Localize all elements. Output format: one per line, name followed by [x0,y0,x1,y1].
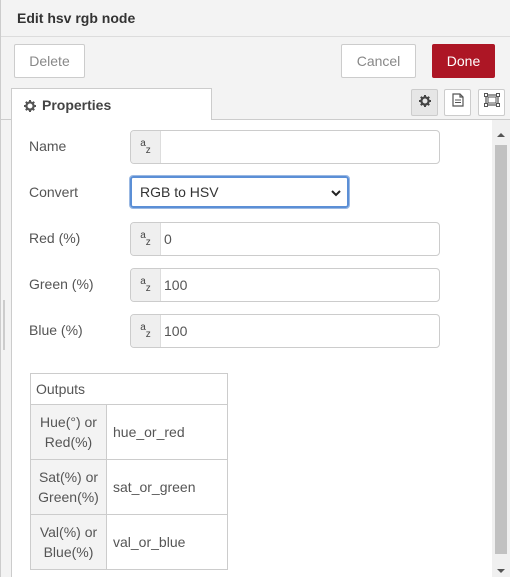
appearance-icon [483,93,500,112]
output-label: Sat(%) or Green(%) [30,459,107,515]
output-row: Hue(°) or Red(%) hue_or_red [30,404,228,460]
tab-properties[interactable]: Properties [11,88,212,120]
convert-label: Convert [29,184,79,200]
tray-header: Edit hsv rgb node [1,0,510,37]
output-value[interactable]: val_or_blue [106,514,228,570]
output-label-line2: Blue(%) [43,544,94,560]
red-value: 0 [164,231,172,247]
tray-title: Edit hsv rgb node [17,10,136,26]
properties-panel: Name az Convert RGB to HSV Red (%) az 0 … [11,120,492,577]
green-label: Green (%) [29,276,94,292]
convert-select[interactable]: RGB to HSV [129,175,350,209]
convert-selected-value: RGB to HSV [140,184,219,200]
output-label-line2: Green(%) [38,489,99,505]
name-field[interactable]: az [130,130,440,164]
output-label: Val(%) or Blue(%) [30,514,107,570]
description-button[interactable] [444,89,471,116]
output-label-line2: Red(%) [44,434,93,450]
description-icon [451,93,464,112]
blue-value: 100 [164,323,188,339]
resize-handle[interactable] [3,300,5,350]
tab-properties-label: Properties [42,96,112,113]
gear-icon [418,94,431,112]
delete-button[interactable]: Delete [14,44,85,78]
output-label-line1: Hue(°) or [40,414,97,430]
scroll-up-arrow-icon[interactable] [496,126,506,137]
string-type-icon[interactable]: az [131,223,161,255]
blue-label: Blue (%) [29,322,83,338]
done-button[interactable]: Done [432,44,495,78]
green-field[interactable]: az 100 [130,268,440,302]
output-row: Sat(%) or Green(%) sat_or_green [30,459,228,515]
string-type-icon[interactable]: az [131,131,161,163]
gear-icon [24,99,36,112]
red-field[interactable]: az 0 [130,222,440,256]
red-label: Red (%) [29,230,81,246]
name-label: Name [29,138,67,154]
outputs-header: Outputs [30,373,228,405]
string-type-icon[interactable]: az [131,269,161,301]
vertical-scrollbar[interactable] [492,120,510,577]
output-value[interactable]: hue_or_red [106,404,228,460]
output-value[interactable]: sat_or_green [106,459,228,515]
string-type-icon[interactable]: az [131,315,161,347]
output-row: Val(%) or Blue(%) val_or_blue [30,514,228,570]
output-label-line1: Val(%) or [39,524,98,540]
green-value: 100 [164,277,188,293]
properties-gear-button[interactable] [411,89,438,116]
edit-node-tray: Edit hsv rgb node Delete Cancel Done Pro… [0,0,510,577]
outputs-table: Outputs Hue(°) or Red(%) hue_or_red Sat(… [30,373,228,570]
cancel-button[interactable]: Cancel [341,44,416,78]
scroll-down-arrow-icon[interactable] [496,562,506,573]
output-label-line1: Sat(%) or [38,469,99,485]
output-label: Hue(°) or Red(%) [30,404,107,460]
blue-field[interactable]: az 100 [130,314,440,348]
appearance-button[interactable] [478,89,505,116]
chevron-down-icon [330,186,342,198]
scrollbar-thumb[interactable] [495,145,507,554]
